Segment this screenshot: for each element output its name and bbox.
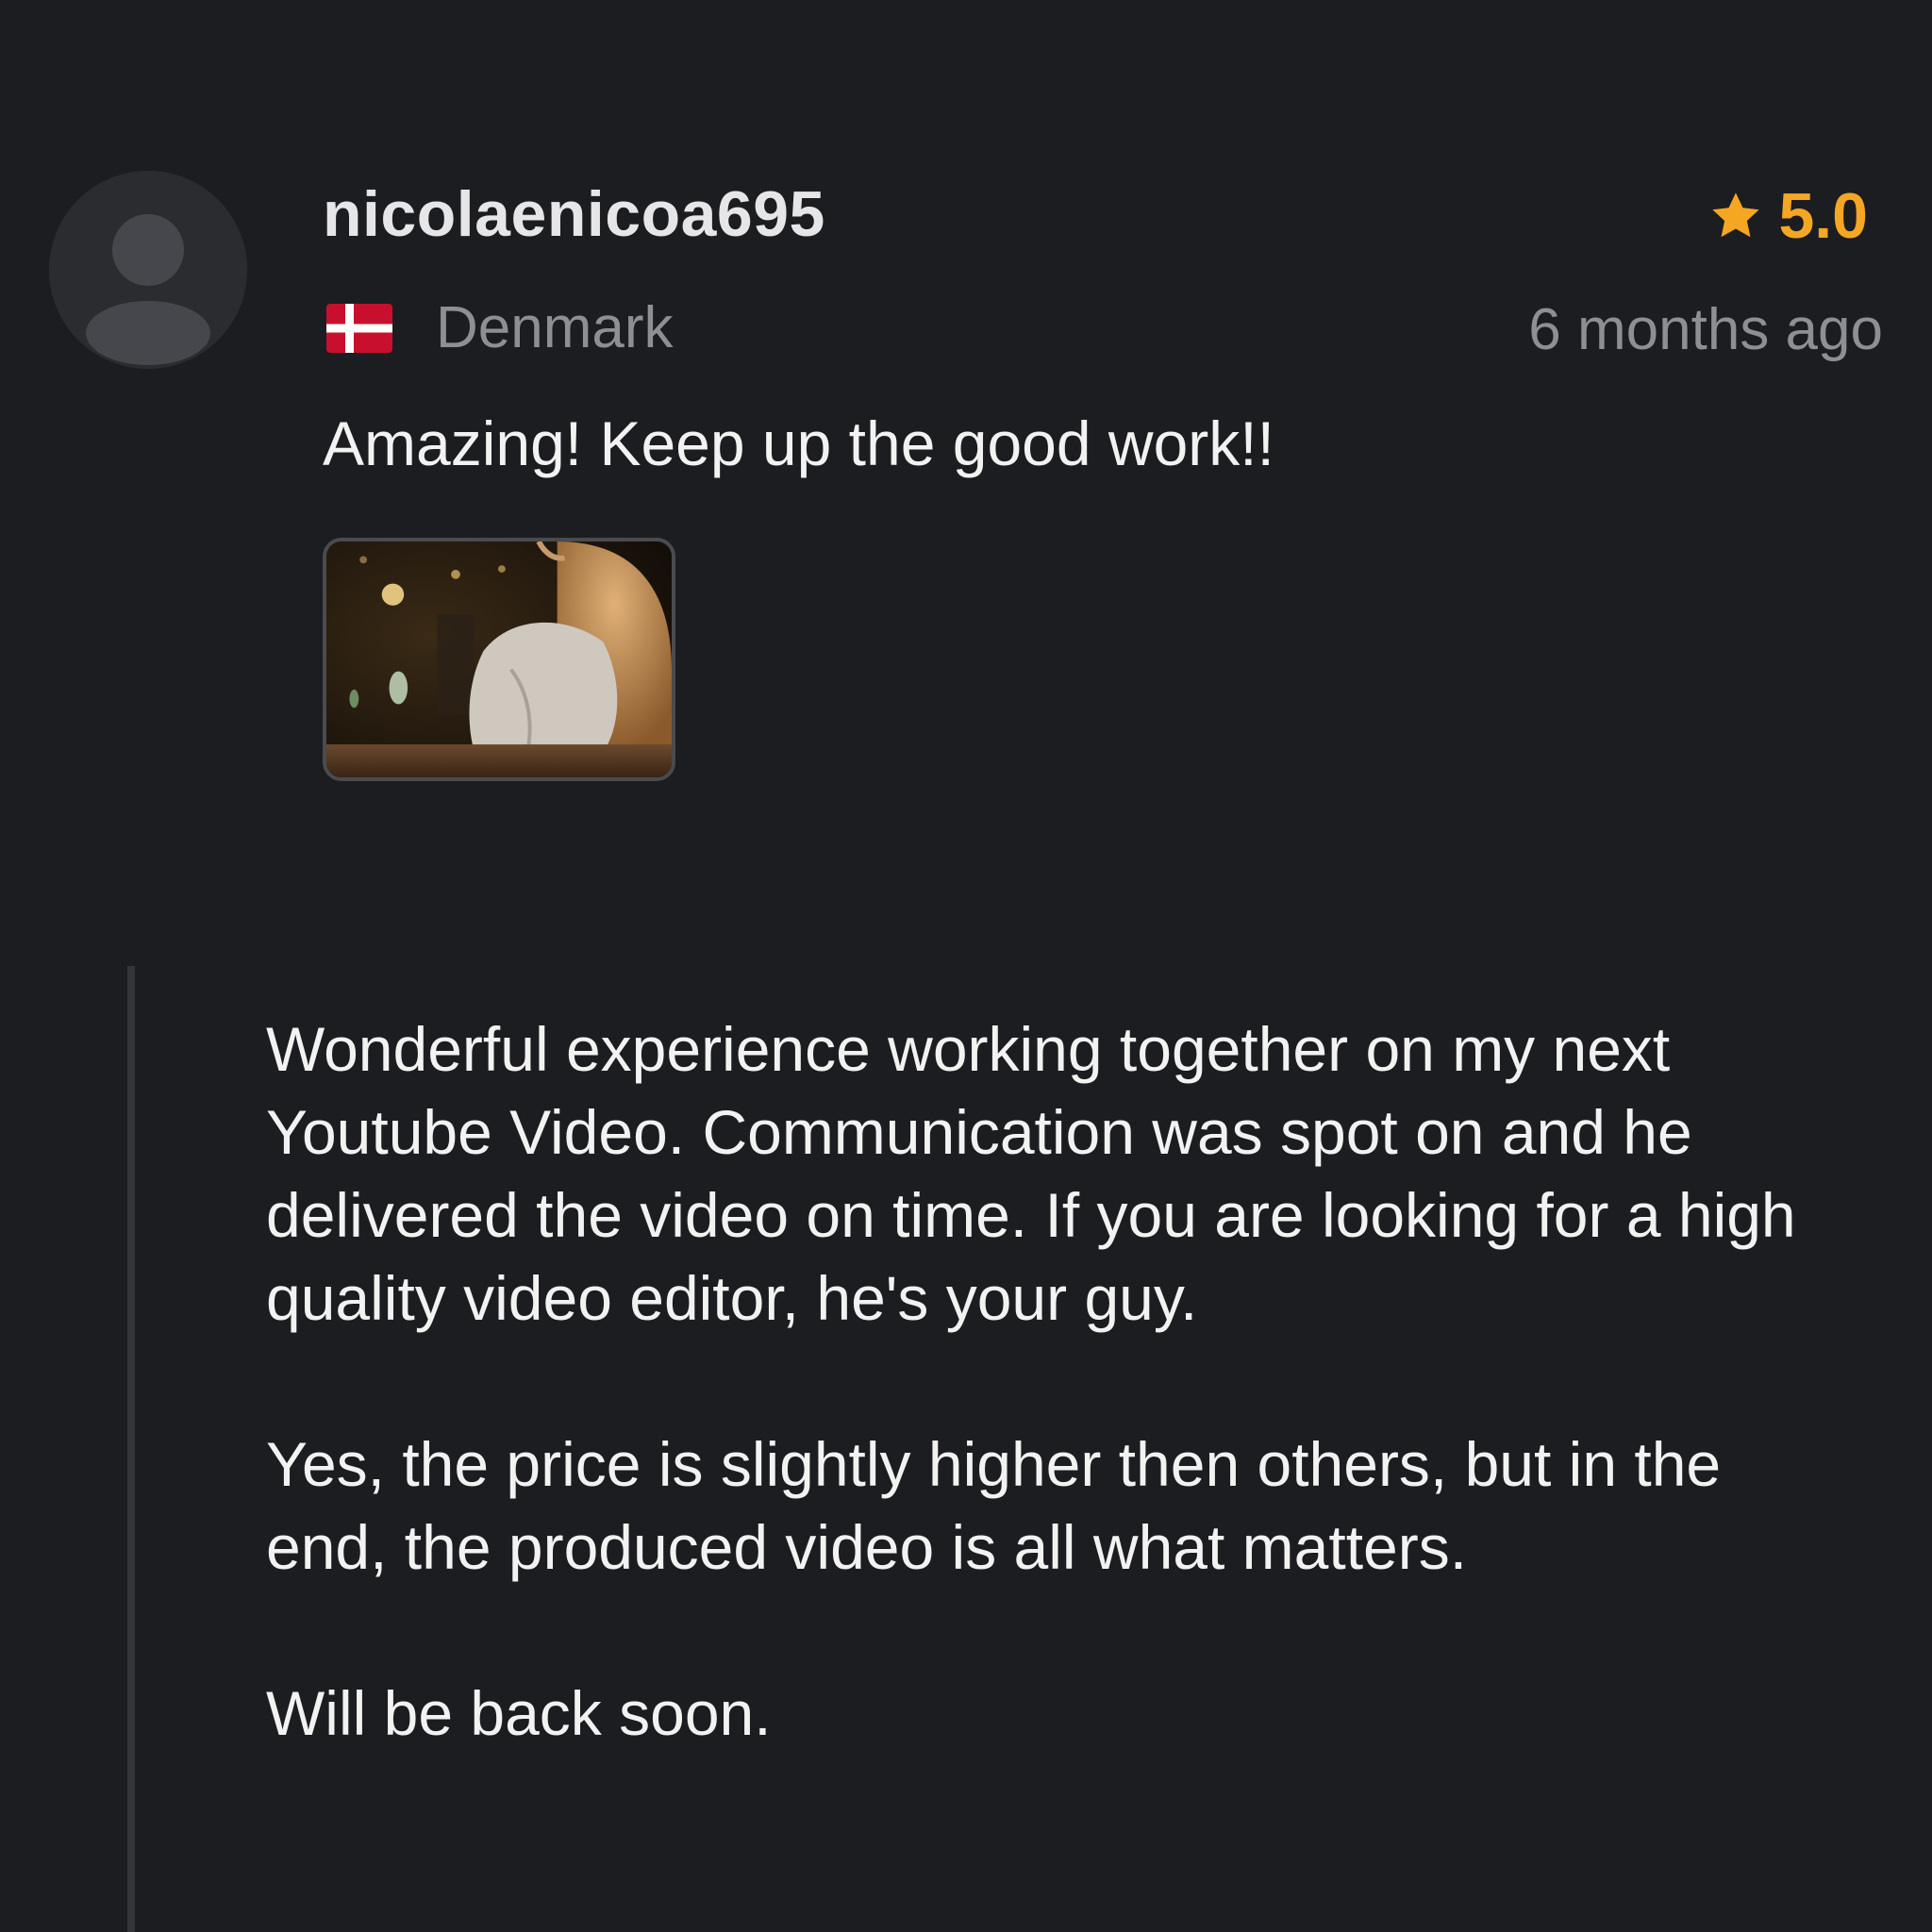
review-text: Amazing! Keep up the good work!! [323, 408, 1274, 478]
denmark-flag-icon [326, 303, 392, 353]
star-icon [1712, 192, 1760, 238]
seller-reply: Wonderful experience working together on… [266, 1008, 1813, 1755]
rating: 5.0 [1708, 179, 1868, 253]
reviewer-country: Denmark [326, 294, 674, 361]
reply-paragraph: Wonderful experience working together on… [266, 1014, 1796, 1333]
reply-divider [127, 966, 135, 1932]
review-card: nicolaenicoa695 5.0 Denmark 6 months ago… [0, 0, 1932, 1932]
reply-paragraph: Yes, the price is slightly higher then o… [266, 1429, 1722, 1582]
reviewer-username[interactable]: nicolaenicoa695 [323, 177, 825, 251]
reply-paragraph: Will be back soon. [266, 1678, 772, 1748]
review-timestamp: 6 months ago [1528, 297, 1883, 362]
avatar-placeholder-icon[interactable] [49, 171, 247, 369]
video-thumbnail[interactable] [323, 538, 675, 781]
rating-value: 5.0 [1778, 180, 1868, 252]
country-name: Denmark [436, 295, 674, 360]
